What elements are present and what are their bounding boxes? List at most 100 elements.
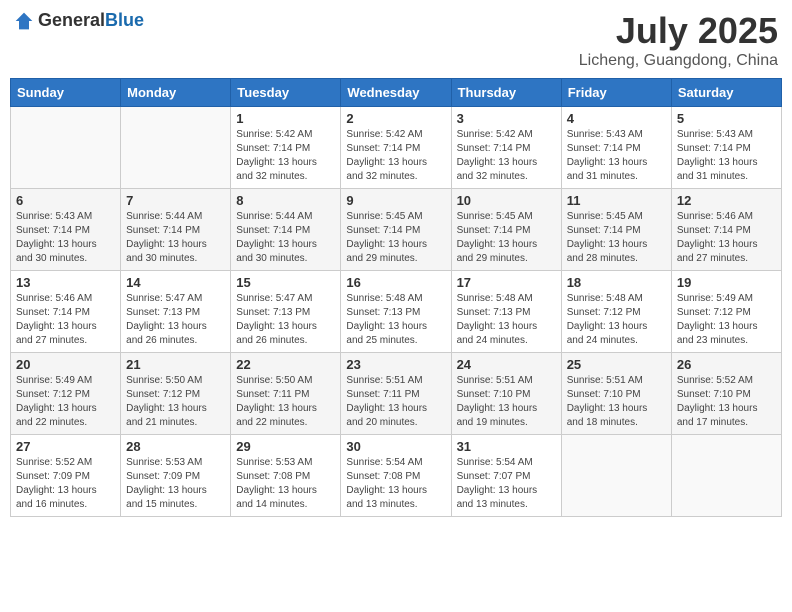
day-number: 7 — [126, 193, 225, 208]
week-row-1: 1 Sunrise: 5:42 AMSunset: 7:14 PMDaylight… — [11, 107, 782, 189]
day-info: Sunrise: 5:43 AMSunset: 7:14 PMDaylight:… — [567, 128, 666, 184]
day-number: 20 — [16, 357, 115, 372]
day-info: Sunrise: 5:48 AMSunset: 7:13 PMDaylight:… — [457, 292, 556, 348]
day-info: Sunrise: 5:42 AMSunset: 7:14 PMDaylight:… — [457, 128, 556, 184]
day-number: 27 — [16, 439, 115, 454]
week-row-4: 20 Sunrise: 5:49 AMSunset: 7:12 PMDayligh… — [11, 353, 782, 435]
day-info: Sunrise: 5:44 AMSunset: 7:14 PMDaylight:… — [236, 210, 335, 266]
day-info: Sunrise: 5:45 AMSunset: 7:14 PMDaylight:… — [567, 210, 666, 266]
day-cell: 30 Sunrise: 5:54 AMSunset: 7:08 PMDayligh… — [341, 435, 451, 517]
day-info: Sunrise: 5:46 AMSunset: 7:14 PMDaylight:… — [16, 292, 115, 348]
day-number: 13 — [16, 275, 115, 290]
day-cell: 19 Sunrise: 5:49 AMSunset: 7:12 PMDayligh… — [671, 271, 781, 353]
day-number: 8 — [236, 193, 335, 208]
day-number: 12 — [677, 193, 776, 208]
day-info: Sunrise: 5:54 AMSunset: 7:07 PMDaylight:… — [457, 456, 556, 512]
weekday-header-monday: Monday — [121, 79, 231, 107]
day-info: Sunrise: 5:47 AMSunset: 7:13 PMDaylight:… — [236, 292, 335, 348]
day-cell: 31Sunrise: 5:54 AMSunset: 7:07 PMDayligh… — [451, 435, 561, 517]
day-info: Sunrise: 5:44 AMSunset: 7:14 PMDaylight:… — [126, 210, 225, 266]
day-number: 28 — [126, 439, 225, 454]
day-cell: 17 Sunrise: 5:48 AMSunset: 7:13 PMDayligh… — [451, 271, 561, 353]
day-number: 2 — [346, 111, 445, 126]
day-number: 21 — [126, 357, 225, 372]
day-cell — [11, 107, 121, 189]
logo-text: GeneralBlue — [38, 10, 144, 31]
day-info: Sunrise: 5:45 AMSunset: 7:14 PMDaylight:… — [346, 210, 445, 266]
day-number: 16 — [346, 275, 445, 290]
location: Licheng, Guangdong, China — [579, 52, 778, 70]
weekday-header-row: SundayMondayTuesdayWednesdayThursdayFrid… — [11, 79, 782, 107]
day-number: 19 — [677, 275, 776, 290]
day-info: Sunrise: 5:43 AMSunset: 7:14 PMDaylight:… — [16, 210, 115, 266]
logo-icon — [14, 11, 34, 31]
weekday-header-thursday: Thursday — [451, 79, 561, 107]
day-number: 15 — [236, 275, 335, 290]
calendar-table: SundayMondayTuesdayWednesdayThursdayFrid… — [10, 78, 782, 517]
day-number: 17 — [457, 275, 556, 290]
day-cell: 2 Sunrise: 5:42 AMSunset: 7:14 PMDaylight… — [341, 107, 451, 189]
day-info: Sunrise: 5:49 AMSunset: 7:12 PMDaylight:… — [677, 292, 776, 348]
day-cell: 3 Sunrise: 5:42 AMSunset: 7:14 PMDaylight… — [451, 107, 561, 189]
weekday-header-sunday: Sunday — [11, 79, 121, 107]
day-cell: 5 Sunrise: 5:43 AMSunset: 7:14 PMDaylight… — [671, 107, 781, 189]
day-info: Sunrise: 5:46 AMSunset: 7:14 PMDaylight:… — [677, 210, 776, 266]
logo-general: General — [38, 10, 105, 30]
day-number: 10 — [457, 193, 556, 208]
day-info: Sunrise: 5:53 AMSunset: 7:09 PMDaylight:… — [126, 456, 225, 512]
day-cell: 10 Sunrise: 5:45 AMSunset: 7:14 PMDayligh… — [451, 189, 561, 271]
day-info: Sunrise: 5:43 AMSunset: 7:14 PMDaylight:… — [677, 128, 776, 184]
day-number: 5 — [677, 111, 776, 126]
day-cell: 13 Sunrise: 5:46 AMSunset: 7:14 PMDayligh… — [11, 271, 121, 353]
week-row-5: 27 Sunrise: 5:52 AMSunset: 7:09 PMDayligh… — [11, 435, 782, 517]
day-cell: 27 Sunrise: 5:52 AMSunset: 7:09 PMDayligh… — [11, 435, 121, 517]
day-cell: 15 Sunrise: 5:47 AMSunset: 7:13 PMDayligh… — [231, 271, 341, 353]
day-info: Sunrise: 5:50 AMSunset: 7:12 PMDaylight:… — [126, 374, 225, 430]
day-info: Sunrise: 5:52 AMSunset: 7:10 PMDaylight:… — [677, 374, 776, 430]
weekday-header-wednesday: Wednesday — [341, 79, 451, 107]
day-number: 14 — [126, 275, 225, 290]
title-area: July 2025 Licheng, Guangdong, China — [579, 10, 778, 70]
day-cell: 29Sunrise: 5:53 AMSunset: 7:08 PMDayligh… — [231, 435, 341, 517]
weekday-header-saturday: Saturday — [671, 79, 781, 107]
day-info: Sunrise: 5:52 AMSunset: 7:09 PMDaylight:… — [16, 456, 115, 512]
day-cell: 20 Sunrise: 5:49 AMSunset: 7:12 PMDayligh… — [11, 353, 121, 435]
day-info: Sunrise: 5:42 AMSunset: 7:14 PMDaylight:… — [236, 128, 335, 184]
week-row-3: 13 Sunrise: 5:46 AMSunset: 7:14 PMDayligh… — [11, 271, 782, 353]
day-cell: 4Sunrise: 5:43 AMSunset: 7:14 PMDaylight… — [561, 107, 671, 189]
day-number: 30 — [346, 439, 445, 454]
day-cell: 9 Sunrise: 5:45 AMSunset: 7:14 PMDaylight… — [341, 189, 451, 271]
day-info: Sunrise: 5:48 AMSunset: 7:13 PMDaylight:… — [346, 292, 445, 348]
day-number: 11 — [567, 193, 666, 208]
day-number: 1 — [236, 111, 335, 126]
day-cell: 12 Sunrise: 5:46 AMSunset: 7:14 PMDayligh… — [671, 189, 781, 271]
day-info: Sunrise: 5:47 AMSunset: 7:13 PMDaylight:… — [126, 292, 225, 348]
header: GeneralBlue July 2025 Licheng, Guangdong… — [10, 10, 782, 70]
day-cell: 14 Sunrise: 5:47 AMSunset: 7:13 PMDayligh… — [121, 271, 231, 353]
day-info: Sunrise: 5:42 AMSunset: 7:14 PMDaylight:… — [346, 128, 445, 184]
day-info: Sunrise: 5:51 AMSunset: 7:11 PMDaylight:… — [346, 374, 445, 430]
day-info: Sunrise: 5:45 AMSunset: 7:14 PMDaylight:… — [457, 210, 556, 266]
day-number: 23 — [346, 357, 445, 372]
day-number: 9 — [346, 193, 445, 208]
day-info: Sunrise: 5:54 AMSunset: 7:08 PMDaylight:… — [346, 456, 445, 512]
day-info: Sunrise: 5:49 AMSunset: 7:12 PMDaylight:… — [16, 374, 115, 430]
day-cell: 16 Sunrise: 5:48 AMSunset: 7:13 PMDayligh… — [341, 271, 451, 353]
day-cell: 7 Sunrise: 5:44 AMSunset: 7:14 PMDaylight… — [121, 189, 231, 271]
day-cell: 28 Sunrise: 5:53 AMSunset: 7:09 PMDayligh… — [121, 435, 231, 517]
day-number: 29 — [236, 439, 335, 454]
day-info: Sunrise: 5:51 AMSunset: 7:10 PMDaylight:… — [567, 374, 666, 430]
day-cell: 26 Sunrise: 5:52 AMSunset: 7:10 PMDayligh… — [671, 353, 781, 435]
week-row-2: 6Sunrise: 5:43 AMSunset: 7:14 PMDaylight… — [11, 189, 782, 271]
day-cell: 21 Sunrise: 5:50 AMSunset: 7:12 PMDayligh… — [121, 353, 231, 435]
day-number: 22 — [236, 357, 335, 372]
day-info: Sunrise: 5:50 AMSunset: 7:11 PMDaylight:… — [236, 374, 335, 430]
day-info: Sunrise: 5:51 AMSunset: 7:10 PMDaylight:… — [457, 374, 556, 430]
weekday-header-friday: Friday — [561, 79, 671, 107]
day-cell: 6Sunrise: 5:43 AMSunset: 7:14 PMDaylight… — [11, 189, 121, 271]
day-cell — [671, 435, 781, 517]
month-year: July 2025 — [579, 10, 778, 52]
day-cell: 11 Sunrise: 5:45 AMSunset: 7:14 PMDayligh… — [561, 189, 671, 271]
day-number: 3 — [457, 111, 556, 126]
day-number: 26 — [677, 357, 776, 372]
